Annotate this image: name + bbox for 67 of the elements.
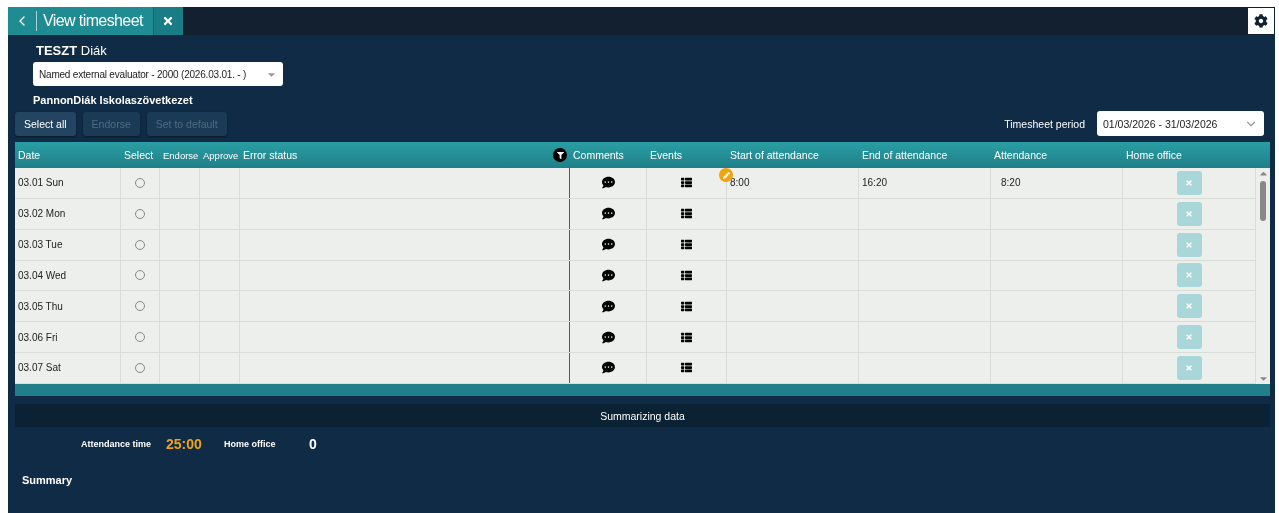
- close-button[interactable]: [152, 7, 183, 35]
- column-header: Home office: [1126, 149, 1182, 161]
- close-icon: [1185, 240, 1193, 249]
- close-icon: [162, 15, 175, 27]
- list-icon[interactable]: [681, 300, 692, 312]
- column-header: Endorse: [163, 149, 199, 161]
- total-value: 0: [309, 436, 318, 452]
- column-header: Date: [18, 149, 41, 161]
- summary-bar: Summarizing data: [15, 404, 1270, 427]
- date-cell: 03.02 Mon: [18, 208, 66, 220]
- filter-icon[interactable]: [553, 148, 567, 162]
- gear-icon: [1254, 12, 1268, 30]
- list-icon[interactable]: [681, 239, 692, 251]
- total-label: Home office: [224, 439, 277, 449]
- settings-button[interactable]: [1248, 8, 1274, 34]
- column-header: Error status: [243, 149, 298, 161]
- list-icon[interactable]: [681, 331, 692, 343]
- close-icon: [1185, 364, 1193, 372]
- home-office-toggle[interactable]: [1176, 294, 1202, 319]
- action-button[interactable]: Select all: [15, 111, 76, 136]
- comment-icon[interactable]: [601, 299, 615, 313]
- start-time: 8:00: [730, 177, 750, 189]
- date-cell: 03.07 Sat: [18, 362, 61, 374]
- comment-icon[interactable]: [601, 176, 615, 190]
- home-office-toggle[interactable]: [1176, 170, 1202, 195]
- list-icon[interactable]: [681, 177, 692, 189]
- window-title: View timesheet: [43, 12, 143, 30]
- close-icon: [1185, 271, 1193, 280]
- close-icon: [1185, 209, 1193, 218]
- total-value: 25:00: [166, 436, 203, 452]
- comment-icon[interactable]: [601, 268, 615, 282]
- date-cell: 03.03 Tue: [18, 239, 63, 251]
- company-name: PannonDiák Iskolaszövetkezet: [33, 94, 194, 106]
- home-office-toggle[interactable]: [1176, 263, 1202, 288]
- end-time: 16:20: [862, 177, 888, 189]
- period-label: Timesheet period: [1004, 117, 1085, 130]
- home-office-toggle[interactable]: [1176, 201, 1202, 226]
- comment-icon[interactable]: [601, 207, 615, 221]
- column-header: Attendance: [994, 149, 1048, 161]
- contract-select[interactable]: Named external evaluator - 2000 (2026.03.01. - ): [33, 62, 283, 86]
- close-icon: [1185, 178, 1193, 187]
- column-header: Select: [124, 149, 154, 161]
- date-cell: 03.04 Wed: [18, 269, 67, 281]
- column-header: Comments: [573, 149, 624, 161]
- column-header: Events: [650, 149, 683, 161]
- comment-icon[interactable]: [601, 361, 615, 375]
- attendance-time: 8:20: [1001, 177, 1021, 189]
- home-office-toggle[interactable]: [1176, 325, 1202, 350]
- close-icon: [1185, 333, 1193, 342]
- total-label: Attendance time: [81, 439, 152, 449]
- date-cell: 03.05 Thu: [18, 300, 63, 312]
- home-office-toggle[interactable]: [1176, 232, 1202, 257]
- home-office-toggle[interactable]: [1176, 356, 1202, 380]
- date-cell: 03.01 Sun: [18, 177, 64, 189]
- list-icon[interactable]: [681, 362, 692, 374]
- comment-icon[interactable]: [601, 330, 615, 344]
- comment-icon[interactable]: [601, 238, 615, 252]
- list-icon[interactable]: [681, 269, 692, 281]
- person-name: TESZT Diák: [36, 43, 108, 59]
- column-header: End of attendance: [862, 149, 948, 161]
- column-header: Start of attendance: [730, 149, 819, 161]
- section-title: Summary: [22, 474, 74, 486]
- column-header: Approve: [203, 149, 239, 161]
- close-icon: [1185, 302, 1193, 311]
- date-cell: 03.06 Fri: [18, 331, 58, 343]
- period-select[interactable]: 01/03/2026 - 31/03/2026: [1097, 111, 1264, 136]
- list-icon[interactable]: [681, 208, 692, 220]
